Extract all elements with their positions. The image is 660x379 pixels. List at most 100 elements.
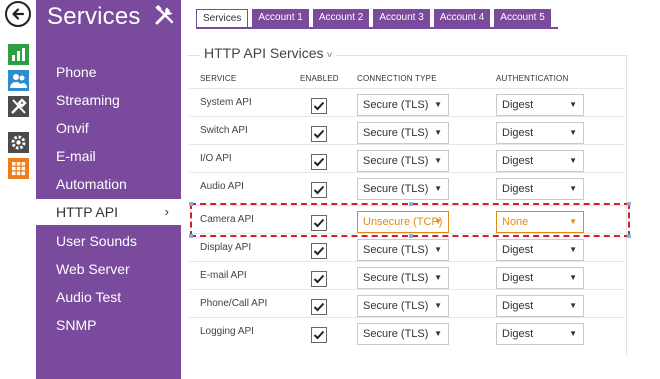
authentication-select[interactable]: Digest ▼ (496, 122, 584, 144)
enabled-checkbox[interactable] (311, 98, 327, 114)
enabled-checkbox[interactable] (311, 154, 327, 170)
table-row: I/O API Secure (TLS) ▼ Digest ▼ (189, 144, 624, 172)
dropdown-arrow-icon: ▼ (569, 100, 577, 109)
connection-type-select[interactable]: Secure (TLS) ▼ (357, 150, 449, 172)
dropdown-arrow-icon: ▼ (569, 301, 577, 310)
table-row: Audio API Secure (TLS) ▼ Digest ▼ (189, 172, 624, 200)
tab-divider (196, 27, 558, 29)
enabled-checkbox[interactable] (311, 126, 327, 142)
service-name: Switch API (200, 125, 248, 136)
tab-account-2[interactable]: Account 2 (312, 9, 370, 27)
sidebar-item-label: Phone (56, 64, 97, 80)
chevron-down-icon: ˅ (326, 50, 333, 61)
col-header-service: SERVICE (200, 74, 237, 83)
sidebar-item-phone[interactable]: Phone (36, 59, 181, 85)
sidebar-item-audio-test[interactable]: Audio Test (36, 284, 181, 310)
sidebar-item-automation[interactable]: Automation (36, 171, 181, 197)
grid-icon[interactable] (8, 158, 29, 179)
dropdown-arrow-icon: ▼ (434, 184, 442, 193)
selection-handle (189, 202, 193, 206)
connection-type-select[interactable]: Secure (TLS) ▼ (357, 323, 449, 345)
sidebar-item-web-server[interactable]: Web Server (36, 256, 181, 282)
select-value: Secure (TLS) (363, 127, 429, 139)
dropdown-arrow-icon: ▼ (434, 100, 442, 109)
dropdown-arrow-icon: ▼ (569, 329, 577, 338)
checkmark-icon (313, 101, 325, 111)
enabled-checkbox[interactable] (311, 299, 327, 315)
col-header-authentication: AUTHENTICATION (496, 74, 569, 83)
authentication-select[interactable]: Digest ▼ (496, 94, 584, 116)
sidebar-item-label: Streaming (56, 92, 120, 108)
authentication-select[interactable]: Digest ▼ (496, 323, 584, 345)
authentication-select[interactable]: Digest ▼ (496, 239, 584, 261)
connection-type-select[interactable]: Secure (TLS) ▼ (357, 295, 449, 317)
back-arrow-icon[interactable] (5, 1, 31, 27)
dropdown-arrow-icon: ▼ (569, 128, 577, 137)
connection-type-select[interactable]: Secure (TLS) ▼ (357, 178, 449, 200)
table-row: E-mail API Secure (TLS) ▼ Digest ▼ (189, 261, 624, 289)
tab-account-1[interactable]: Account 1 (252, 9, 309, 27)
tools-icon[interactable] (8, 96, 29, 117)
section-title-text: HTTP API Services (204, 45, 324, 61)
account-tabs: Services Account 1 Account 2 Account 3 A… (196, 9, 555, 29)
services-sidebar: Services Phone Streaming Onvif E-mail Au… (36, 0, 181, 379)
checkmark-icon (313, 246, 325, 256)
icon-rail (0, 0, 36, 379)
gear-icon[interactable] (8, 132, 29, 153)
select-value: Secure (TLS) (363, 272, 429, 284)
camera-api-highlight (189, 202, 631, 238)
checkmark-icon (313, 129, 325, 139)
authentication-select[interactable]: Digest ▼ (496, 267, 584, 289)
tab-account-3[interactable]: Account 3 (373, 9, 430, 27)
authentication-select[interactable]: Digest ▼ (496, 295, 584, 317)
selection-handle (627, 202, 631, 206)
sidebar-item-http-api[interactable]: HTTP API › (36, 199, 181, 225)
service-name: Phone/Call API (200, 298, 268, 309)
select-value: Digest (502, 183, 534, 195)
connection-type-select[interactable]: Secure (TLS) ▼ (357, 122, 449, 144)
table-row: Display API Secure (TLS) ▼ Digest ▼ (189, 233, 624, 261)
users-icon[interactable] (8, 70, 29, 91)
select-value: Secure (TLS) (363, 183, 429, 195)
sidebar-item-label: Automation (56, 176, 127, 192)
connection-type-select[interactable]: Secure (TLS) ▼ (357, 267, 449, 289)
tab-services[interactable]: Services (196, 9, 249, 27)
checkmark-icon (313, 302, 325, 312)
sidebar-item-user-sounds[interactable]: User Sounds (36, 228, 181, 254)
select-value: Digest (502, 328, 534, 340)
tab-account-4[interactable]: Account 4 (433, 9, 491, 27)
table-row: Logging API Secure (TLS) ▼ Digest ▼ (189, 317, 624, 345)
checkmark-icon (313, 274, 325, 284)
select-value: Secure (TLS) (363, 244, 429, 256)
sidebar-item-snmp[interactable]: SNMP (36, 312, 181, 338)
table-row: Switch API Secure (TLS) ▼ Digest ▼ (189, 116, 624, 144)
sidebar-title: Services (47, 3, 141, 30)
selection-handle (409, 234, 413, 238)
service-name: System API (200, 97, 252, 108)
enabled-checkbox[interactable] (311, 327, 327, 343)
chevron-right-icon: › (164, 204, 169, 219)
tab-account-5[interactable]: Account 5 (494, 9, 551, 27)
sidebar-item-label: Web Server (56, 261, 130, 277)
authentication-select[interactable]: Digest ▼ (496, 150, 584, 172)
sidebar-item-label: HTTP API (56, 204, 118, 220)
sidebar-item-label: Onvif (56, 120, 89, 136)
dropdown-arrow-icon: ▼ (569, 245, 577, 254)
enabled-checkbox[interactable] (311, 182, 327, 198)
connection-type-select[interactable]: Secure (TLS) ▼ (357, 94, 449, 116)
select-value: Secure (TLS) (363, 99, 429, 111)
enabled-checkbox[interactable] (311, 243, 327, 259)
authentication-select[interactable]: Digest ▼ (496, 178, 584, 200)
sidebar-item-email[interactable]: E-mail (36, 143, 181, 169)
section-title[interactable]: HTTP API Services ˅ (200, 45, 337, 61)
select-value: Secure (TLS) (363, 300, 429, 312)
sidebar-item-onvif[interactable]: Onvif (36, 115, 181, 141)
sidebar-item-label: SNMP (56, 317, 97, 333)
bar-chart-icon[interactable] (8, 44, 29, 65)
connection-type-select[interactable]: Secure (TLS) ▼ (357, 239, 449, 261)
dropdown-arrow-icon: ▼ (434, 301, 442, 310)
enabled-checkbox[interactable] (311, 271, 327, 287)
sidebar-item-streaming[interactable]: Streaming (36, 87, 181, 113)
selection-handle (409, 202, 413, 206)
dropdown-arrow-icon: ▼ (434, 329, 442, 338)
